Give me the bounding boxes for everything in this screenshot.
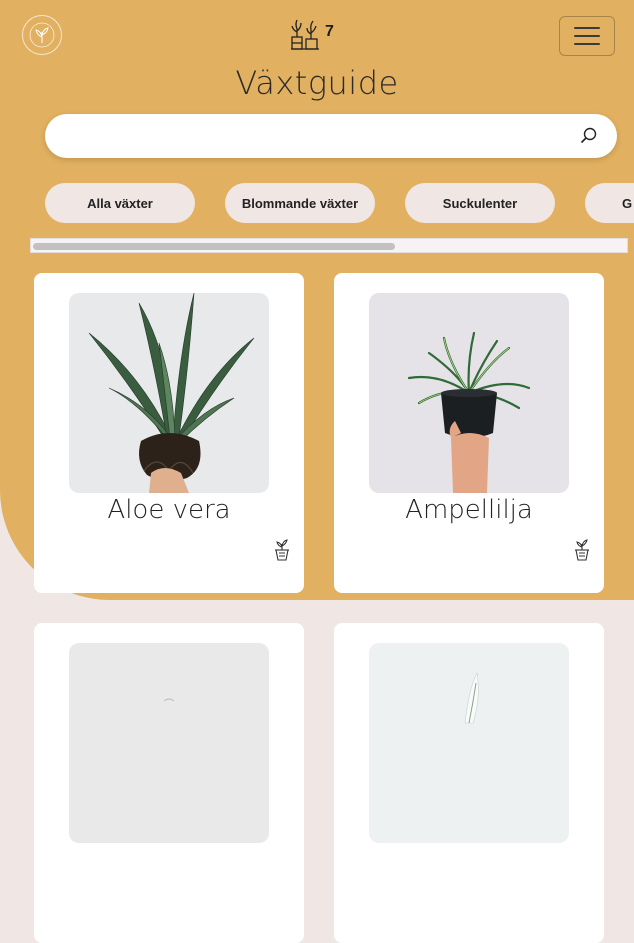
category-succulents[interactable]: Suckulenter [405,183,555,223]
category-all-plants[interactable]: Alla växter [45,183,195,223]
plant-image-aloe-vera [69,293,269,493]
plant-shelf-icon [291,19,319,50]
plant-image-3 [69,643,269,843]
menu-button[interactable] [559,16,615,56]
scrollbar-thumb[interactable] [33,243,395,250]
plant-card-aloe-vera[interactable]: Aloe vera [34,273,304,593]
saved-plants-counter[interactable]: 7 [289,18,334,50]
category-scrollbar[interactable] [30,238,628,253]
plant-image-4 [369,643,569,843]
plant-card-3[interactable] [34,623,304,943]
plant-logo-icon [29,22,55,48]
counter-value: 7 [325,23,334,40]
search-bar [45,114,617,158]
search-icon[interactable] [580,127,598,145]
plant-name: Aloe vera [107,495,231,525]
plant-image-ampellilja [369,293,569,493]
category-flowering-plants[interactable]: Blommande växter [225,183,375,223]
page-title: Växtguide [235,64,399,102]
plant-card-4[interactable] [334,623,604,943]
potted-plant-add-icon[interactable] [572,539,592,561]
logo[interactable] [22,15,62,55]
hamburger-icon [574,27,600,29]
plant-card-ampellilja[interactable]: Ampellilja [334,273,604,593]
plant-name: Ampellilja [405,495,533,525]
search-input[interactable] [65,124,569,150]
category-partial[interactable]: G [585,183,634,223]
category-filter-bar: Alla växter Blommande växter Suckulenter… [0,183,634,223]
potted-plant-add-icon[interactable] [272,539,292,561]
